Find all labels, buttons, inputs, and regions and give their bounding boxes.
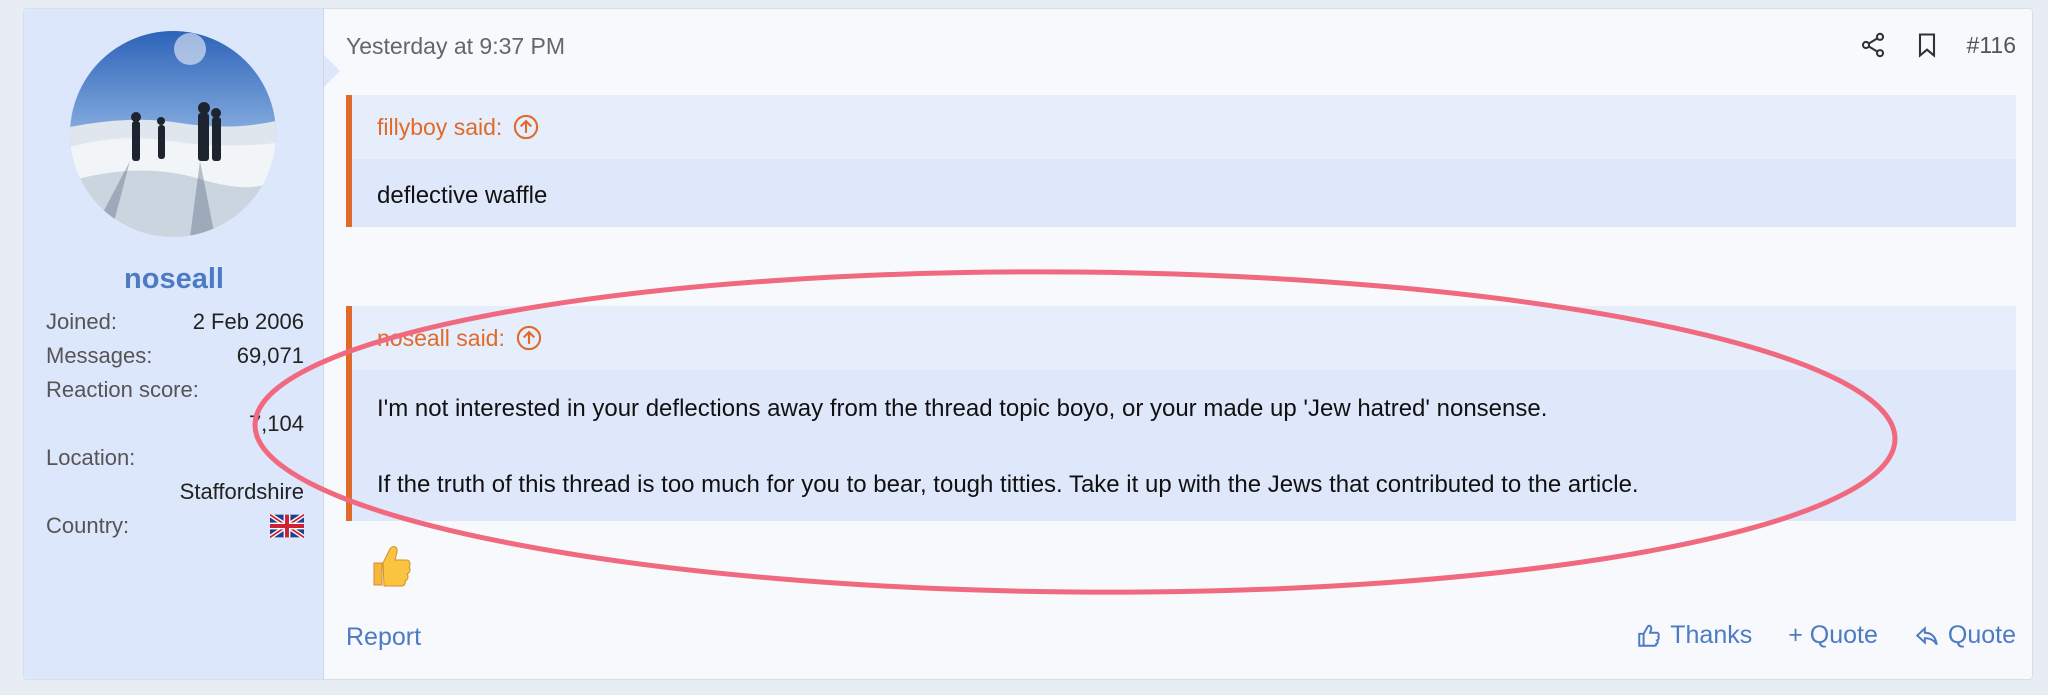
quote-author[interactable]: noseall said:: [377, 325, 505, 352]
quote-paragraph: I'm not interested in your deflections a…: [377, 395, 1548, 422]
reply-icon: [1914, 623, 1940, 649]
quote-text: deflective waffle: [377, 182, 548, 209]
stat-joined: Joined: 2 Feb 2006: [46, 305, 304, 339]
arrow-up-circle-icon[interactable]: [515, 324, 543, 352]
stat-value: 2 Feb 2006: [192, 309, 304, 334]
username[interactable]: noseall: [24, 263, 324, 296]
post-content: Yesterday at 9:37 PM #116 fillyboy said:: [346, 9, 2016, 679]
quote-button[interactable]: Quote: [1914, 621, 2016, 650]
stat-messages: Messages: 69,071: [46, 339, 304, 373]
arrow-up-circle-icon[interactable]: [512, 113, 540, 141]
thumbs-up-outline-icon: [1636, 623, 1662, 649]
thanks-button[interactable]: Thanks: [1636, 621, 1752, 650]
multi-quote-button[interactable]: + Quote: [1788, 621, 1878, 650]
user-sidebar: noseall Joined: 2 Feb 2006 Messages: 69,…: [24, 9, 324, 679]
quote-block: fillyboy said: deflective waffle: [346, 95, 2016, 227]
forum-post: noseall Joined: 2 Feb 2006 Messages: 69,…: [23, 8, 2033, 680]
share-icon[interactable]: [1859, 31, 1887, 59]
quote-label: Quote: [1947, 621, 2016, 649]
quote-paragraph: If the truth of this thread is too much …: [377, 471, 1639, 498]
stat-country: Country:: [46, 509, 306, 543]
quote-text: I'm not interested in your deflections a…: [352, 370, 2016, 504]
stat-value: 69,071: [236, 343, 304, 368]
thumbs-up-icon[interactable]: [368, 541, 412, 589]
user-stats: Joined: 2 Feb 2006 Messages: 69,071 Reac…: [46, 305, 306, 543]
stat-value: 7,104: [248, 411, 304, 436]
stat-location: Location:: [46, 441, 304, 475]
quote-header[interactable]: fillyboy said:: [352, 95, 2016, 159]
stat-label: Joined:: [46, 309, 117, 334]
stat-label: Location:: [46, 445, 136, 470]
quote-block: noseall said: I'm not interested in your…: [346, 306, 2016, 521]
stat-label: Country:: [46, 513, 130, 538]
stat-label: Messages:: [46, 343, 153, 368]
multi-quote-label: + Quote: [1788, 621, 1878, 649]
thanks-label: Thanks: [1670, 621, 1753, 649]
post-number[interactable]: #116: [1967, 32, 2016, 59]
stat-label: Reaction score:: [46, 377, 199, 402]
sidebar-pointer: [324, 55, 340, 87]
post-actions-top: #116: [1859, 31, 2016, 59]
bookmark-icon[interactable]: [1913, 31, 1941, 59]
quote-author[interactable]: fillyboy said:: [377, 114, 502, 141]
post-actions-bottom: Thanks + Quote Quote: [1636, 621, 2016, 650]
stat-reaction-score: Reaction score:: [46, 373, 304, 407]
quote-header[interactable]: noseall said:: [352, 306, 2016, 370]
flag-uk-icon: [268, 512, 306, 540]
avatar[interactable]: [70, 31, 276, 237]
stat-reaction-score-value-row: 7,104: [46, 407, 304, 441]
report-link[interactable]: Report: [346, 623, 421, 652]
stat-location-value-row: Staffordshire: [46, 475, 304, 509]
stat-value: Staffordshire: [179, 479, 304, 504]
post-date[interactable]: Yesterday at 9:37 PM: [346, 33, 565, 60]
